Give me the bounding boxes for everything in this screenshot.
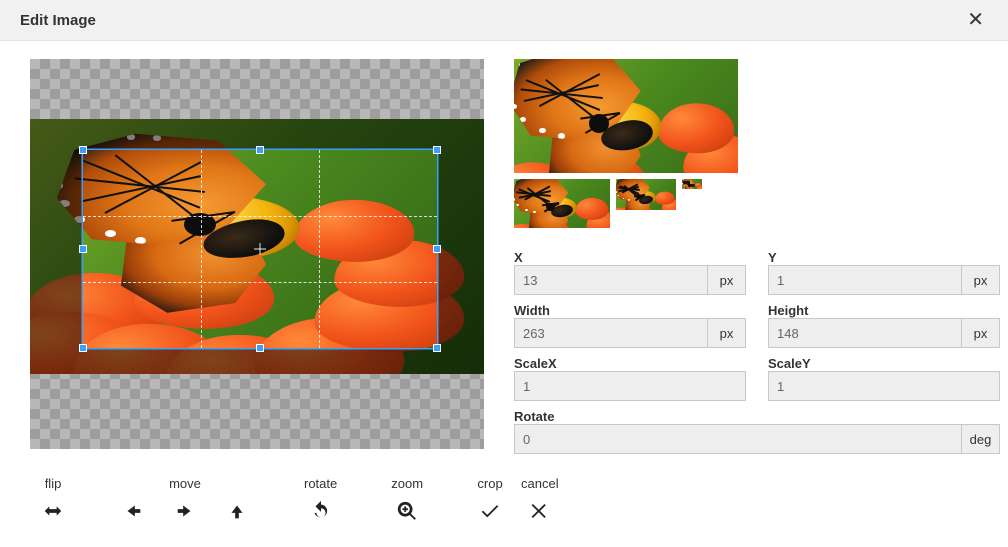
y-field: px xyxy=(768,265,1000,295)
rotate-tool-label: rotate xyxy=(304,476,337,491)
x-label: X xyxy=(514,250,746,265)
preview-small xyxy=(616,179,676,210)
dialog-header: Edit Image ✕ xyxy=(0,0,1008,41)
cancel-icon[interactable] xyxy=(527,499,553,523)
height-input[interactable] xyxy=(769,319,961,347)
width-label: Width xyxy=(514,303,746,318)
crop-handle-w[interactable] xyxy=(79,245,87,253)
crop-mask xyxy=(30,119,484,149)
image-area xyxy=(30,119,484,374)
scalex-label: ScaleX xyxy=(514,356,746,371)
y-unit: px xyxy=(961,266,999,294)
height-unit: px xyxy=(961,319,999,347)
toolbar: flip move rotate xyxy=(0,454,1008,535)
scaley-field xyxy=(768,371,1000,401)
crop-box[interactable] xyxy=(82,149,438,349)
crop-handle-s[interactable] xyxy=(256,344,264,352)
zoom-in-icon[interactable] xyxy=(394,499,420,523)
crop-handle-se[interactable] xyxy=(433,344,441,352)
grid-line xyxy=(319,150,320,348)
move-label: move xyxy=(169,476,201,491)
cancel-label: cancel xyxy=(521,476,559,491)
crop-handle-ne[interactable] xyxy=(433,146,441,154)
crop-handle-n[interactable] xyxy=(256,146,264,154)
rotate-unit: deg xyxy=(961,425,999,453)
crop-mask xyxy=(30,349,484,374)
rotate-field: deg xyxy=(514,424,1000,454)
flip-horizontal-icon[interactable] xyxy=(40,499,66,523)
width-input[interactable] xyxy=(515,319,707,347)
dialog-title: Edit Image xyxy=(20,12,96,29)
preview-panel xyxy=(514,59,754,228)
grid-line xyxy=(83,282,437,283)
width-unit: px xyxy=(707,319,745,347)
flip-label: flip xyxy=(45,476,62,491)
scalex-field xyxy=(514,371,746,401)
x-input[interactable] xyxy=(515,266,707,294)
image-canvas[interactable] xyxy=(30,59,484,449)
scalex-input[interactable] xyxy=(515,372,745,400)
rotate-ccw-icon[interactable] xyxy=(308,499,334,523)
scaley-label: ScaleY xyxy=(768,356,1000,371)
crop-center-icon xyxy=(254,243,266,255)
rotate-input[interactable] xyxy=(515,425,961,453)
width-field: px xyxy=(514,318,746,348)
arrow-up-icon[interactable] xyxy=(224,499,250,523)
preview-large xyxy=(514,59,738,173)
crop-handle-e[interactable] xyxy=(433,245,441,253)
crop-handle-sw[interactable] xyxy=(79,344,87,352)
height-field: px xyxy=(768,318,1000,348)
crop-label: crop xyxy=(477,476,502,491)
close-icon[interactable]: ✕ xyxy=(963,10,988,30)
x-unit: px xyxy=(707,266,745,294)
crop-mask xyxy=(438,149,484,349)
grid-line xyxy=(201,150,202,348)
preview-tiny xyxy=(682,179,702,189)
rotate-label: Rotate xyxy=(514,409,1000,424)
preview-medium xyxy=(514,179,610,228)
crop-handle-nw[interactable] xyxy=(79,146,87,154)
grid-line xyxy=(83,216,437,217)
check-icon[interactable] xyxy=(477,499,503,523)
crop-properties: X px Y px Width px xyxy=(514,246,754,454)
x-field: px xyxy=(514,265,746,295)
arrow-left-icon[interactable] xyxy=(120,499,146,523)
y-label: Y xyxy=(768,250,1000,265)
zoom-label: zoom xyxy=(391,476,423,491)
crop-mask xyxy=(30,149,82,349)
arrow-right-icon[interactable] xyxy=(172,499,198,523)
scaley-input[interactable] xyxy=(769,372,999,400)
y-input[interactable] xyxy=(769,266,961,294)
height-label: Height xyxy=(768,303,1000,318)
